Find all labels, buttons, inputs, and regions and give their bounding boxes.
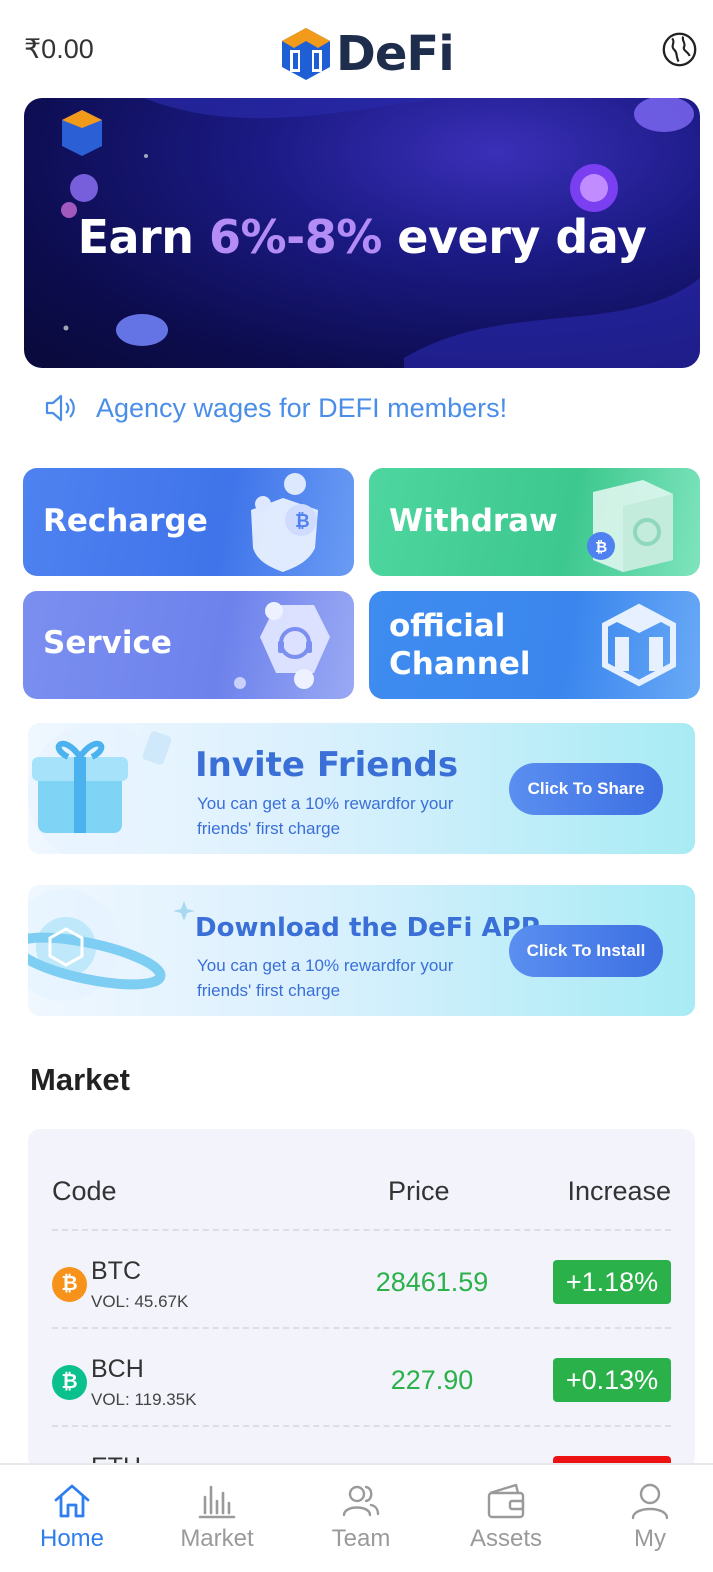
recharge-label: Recharge <box>43 503 208 539</box>
planet-logo-icon <box>28 889 195 1001</box>
coin-change-badge: +1.18% <box>553 1260 671 1304</box>
invite-description: You can get a 10% rewardfor your friends… <box>197 794 454 838</box>
official-channel-button[interactable]: official Channel <box>369 591 700 699</box>
column-header-code: Code <box>52 1176 117 1206</box>
balance-amount: ₹0.00 <box>24 34 94 64</box>
market-section-title: Market <box>30 1062 130 1097</box>
notice-text: Agency wages for DEFI members! <box>96 392 508 423</box>
svg-text:₿: ₿ <box>295 511 310 532</box>
tab-my[interactable]: My <box>600 1465 700 1572</box>
bottom-tab-bar: Home Market Team Assets My <box>0 1463 713 1572</box>
banner-text-before: Earn <box>77 210 209 264</box>
service-button[interactable]: Service <box>23 591 354 699</box>
tab-assets-label: Assets <box>469 1525 543 1552</box>
banner-text-after: every day <box>381 210 647 264</box>
speaker-icon <box>45 394 75 422</box>
install-button[interactable]: Click To Install <box>509 925 663 977</box>
tab-team[interactable]: Team <box>311 1465 411 1572</box>
tab-my-label: My <box>634 1525 666 1552</box>
banner-headline: Earn 6%-8% every day <box>24 210 700 264</box>
logo-text: DeFi <box>336 26 455 82</box>
invite-friends-card[interactable]: Invite Friends You can get a 10% rewardf… <box>28 723 695 854</box>
coin-symbol: BCH <box>91 1355 144 1383</box>
official-channel-label: official Channel <box>389 608 531 682</box>
column-header-price: Price <box>388 1176 450 1206</box>
notice-bar[interactable]: Agency wages for DEFI members! <box>44 386 507 430</box>
tab-home-label: Home <box>39 1525 105 1552</box>
coin-price: 227.90 <box>390 1365 474 1395</box>
service-label: Service <box>43 625 172 661</box>
svg-text:₿: ₿ <box>595 538 607 556</box>
download-app-card[interactable]: Download the DeFi APP You can get a 10% … <box>28 885 695 1016</box>
tab-market[interactable]: Market <box>167 1465 267 1572</box>
wallet-icon <box>487 1483 525 1519</box>
column-header-increase: Increase <box>567 1176 671 1206</box>
download-title: Download the DeFi APP <box>195 913 540 943</box>
banner-text-highlight: 6%-8% <box>209 210 382 264</box>
tab-team-label: Team <box>331 1525 391 1552</box>
home-icon <box>54 1484 90 1518</box>
coin-symbol: BTC <box>91 1257 141 1285</box>
team-icon <box>342 1485 380 1517</box>
gift-box-icon <box>28 723 172 854</box>
market-table: Code Price Increase ₿ BTC VOL: 45.67K 28… <box>28 1129 695 1469</box>
bitcoin-icon: ₿ <box>52 1267 87 1302</box>
coin-price: 28461.59 <box>375 1267 489 1297</box>
coin-change-badge: +0.13% <box>553 1358 671 1402</box>
app-header: ₹0.00 DeFi <box>0 0 713 98</box>
recharge-button[interactable]: Recharge ₿ <box>23 468 354 576</box>
tab-market-label: Market <box>180 1525 254 1552</box>
coin-volume: VOL: 119.35K <box>91 1390 197 1409</box>
invite-title: Invite Friends <box>195 745 459 785</box>
coin-volume: VOL: 45.67K <box>91 1292 189 1311</box>
bar-chart-icon <box>198 1485 236 1519</box>
bitcoin-cash-icon: ₿ <box>52 1365 87 1400</box>
app-logo: DeFi <box>280 26 455 82</box>
withdraw-label: Withdraw <box>389 503 558 539</box>
table-row[interactable]: ₿ BTC VOL: 45.67K 28461.59 +1.18% <box>52 1229 671 1327</box>
defi-logo-icon <box>282 28 330 80</box>
headset-support-icon <box>234 602 330 689</box>
safe-box-icon: ₿ <box>587 480 673 572</box>
channel-logo-icon <box>602 603 676 687</box>
download-description: You can get a 10% rewardfor your friends… <box>197 956 454 1000</box>
withdraw-button[interactable]: Withdraw ₿ <box>369 468 700 576</box>
table-row[interactable]: ₿ BCH VOL: 119.35K 227.90 +0.13% <box>52 1327 671 1425</box>
shield-coin-icon: ₿ <box>251 473 318 572</box>
tab-assets[interactable]: Assets <box>456 1465 556 1572</box>
globe-icon[interactable] <box>661 31 698 68</box>
promo-banner[interactable]: Earn 6%-8% every day <box>24 98 700 368</box>
tab-home[interactable]: Home <box>22 1465 122 1572</box>
user-icon <box>631 1483 669 1520</box>
share-button[interactable]: Click To Share <box>509 763 663 815</box>
